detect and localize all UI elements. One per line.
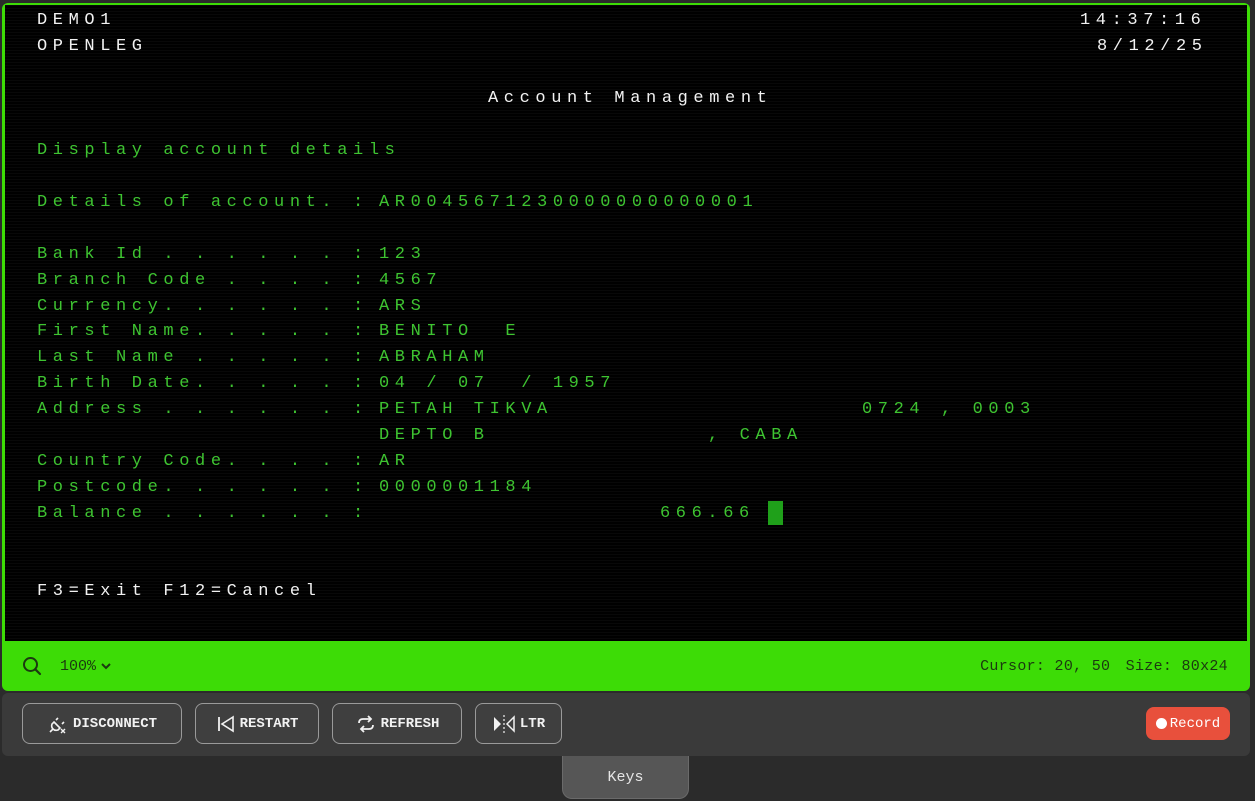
zoom-level: 100% <box>60 657 97 675</box>
field-label-branch-code: Branch Code . . . . : <box>37 271 369 290</box>
field-label-last-name: Last Name . . . . . : <box>37 348 369 367</box>
record-dot-icon <box>1155 718 1167 729</box>
ltr-label: LTR <box>519 715 546 732</box>
field-value-balance[interactable]: 666.66 <box>660 504 755 524</box>
plug-off-icon <box>49 716 66 733</box>
zoom-control[interactable]: 100% <box>22 656 112 676</box>
field-label-birth-date: Birth Date. . . . . : <box>37 374 369 393</box>
terminal-screen[interactable]: DEMO1 OPENLEG 14:37:16 8/12/25 Account M… <box>5 5 1247 641</box>
status-bar: 100% Cursor: 20, 50 Size: 80x24 <box>2 641 1250 691</box>
ltr-button[interactable]: LTR <box>475 703 562 744</box>
screen-subtitle: Display account details <box>37 141 401 160</box>
field-value-birth-date: 04 / 07 / 1957 <box>379 374 617 393</box>
screen-title: Account Management <box>488 89 773 108</box>
address-line2-city: , CABA <box>708 426 803 445</box>
keys-tab-label: Keys <box>607 768 644 786</box>
field-value-last-name: ABRAHAM <box>379 348 490 367</box>
cursor-size-info: Cursor: 20, 50 Size: 80x24 <box>980 658 1228 675</box>
field-value-address: PETAH TIKVA <box>379 400 553 419</box>
program-name: OPENLEG <box>37 37 148 56</box>
function-keys-hint: F3=Exit F12=Cancel <box>37 582 322 601</box>
screen-size: Size: 80x24 <box>1125 657 1228 675</box>
field-label-currency: Currency. . . . . . : <box>37 297 369 316</box>
field-label-first-name: First Name. . . . . : <box>37 322 369 341</box>
field-label-country-code: Country Code. . . . : <box>37 452 369 471</box>
chevron-down-icon <box>101 663 111 670</box>
text-cursor <box>768 501 783 525</box>
zoom-dropdown[interactable]: 100% <box>60 658 112 675</box>
time-display: 14:37:16 <box>1080 11 1207 30</box>
skip-back-icon <box>217 715 234 732</box>
field-label-balance: Balance . . . . . . : <box>37 504 369 523</box>
details-label: Details of account. : <box>37 193 369 212</box>
disconnect-button[interactable]: DISCONNECT <box>22 703 182 744</box>
disconnect-label: DISCONNECT <box>72 715 157 732</box>
field-value-country-code: AR <box>379 452 411 471</box>
restart-label: RESTART <box>239 715 299 732</box>
refresh-icon <box>357 714 374 733</box>
field-label-postcode: Postcode. . . . . . : <box>37 478 369 497</box>
account-number: AR0045671230000000000001 <box>379 193 759 212</box>
record-button[interactable]: Record <box>1146 707 1230 740</box>
field-value-postcode: 0000001184 <box>379 478 538 497</box>
field-label-address: Address . . . . . . : <box>37 400 369 419</box>
search-icon[interactable] <box>22 656 42 676</box>
address-line2: DEPTO B <box>379 426 490 445</box>
field-label-bank-id: Bank Id . . . . . . : <box>37 245 369 264</box>
text-direction-icon <box>493 714 515 733</box>
toolbar: DISCONNECT RESTART REFRESH LTR Record <box>2 693 1250 756</box>
system-name: DEMO1 <box>37 11 117 30</box>
refresh-label: REFRESH <box>380 715 440 732</box>
field-value-branch-code: 4567 <box>379 271 443 290</box>
date-display: 8/12/25 <box>1097 37 1208 56</box>
field-value-currency: ARS <box>379 297 427 316</box>
field-value-bank-id: 123 <box>379 245 427 264</box>
refresh-button[interactable]: REFRESH <box>332 703 462 744</box>
keys-tab[interactable]: Keys <box>562 756 689 799</box>
record-label: Record <box>1169 715 1221 732</box>
address-number: 0724 , 0003 <box>862 400 1036 419</box>
restart-button[interactable]: RESTART <box>195 703 319 744</box>
field-value-first-name: BENITO E <box>379 322 522 341</box>
cursor-position: Cursor: 20, 50 <box>980 657 1111 675</box>
terminal-frame: DEMO1 OPENLEG 14:37:16 8/12/25 Account M… <box>2 3 1250 691</box>
